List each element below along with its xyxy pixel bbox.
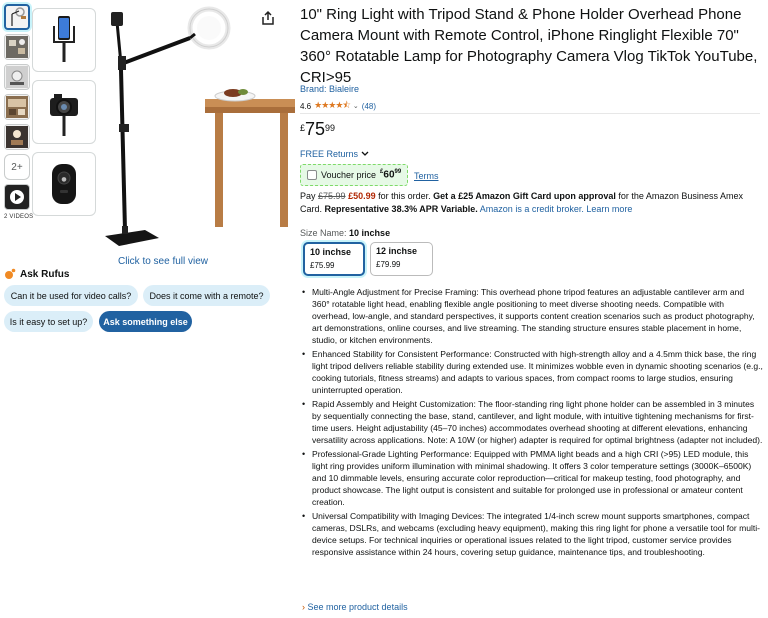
size-option-10-inch[interactable]: 10 inchse £75.99 — [303, 242, 365, 276]
rufus-chip-video-calls[interactable]: Can it be used for video calls? — [4, 285, 138, 306]
old-price: £75.99 — [318, 191, 346, 201]
list-item: Professional-Grade Lighting Performance:… — [300, 448, 764, 508]
rating-count-link[interactable]: (48) — [362, 102, 376, 111]
size-name-label: Size Name: 10 inchse — [300, 228, 391, 238]
camera-mount-thumbnail[interactable] — [32, 80, 96, 144]
thumbnail-5[interactable] — [4, 124, 30, 150]
brand-link[interactable]: Brand: Bialeire — [300, 84, 359, 94]
video-thumbnail[interactable] — [4, 184, 30, 210]
thumbnail-more[interactable]: 2+ — [4, 154, 30, 180]
thumbnail-2[interactable] — [4, 34, 30, 60]
main-product-image[interactable] — [95, 4, 295, 256]
inline-thumbnails: ● — [32, 8, 98, 224]
free-returns-link[interactable]: FREE Returns — [300, 149, 369, 159]
chevron-down-icon — [361, 151, 369, 156]
price-whole: 75 — [305, 119, 326, 139]
full-view-link[interactable]: Click to see full view — [118, 256, 208, 267]
list-item: Universal Compatibility with Imaging Dev… — [300, 510, 764, 558]
voucher-label: Voucher price — [321, 170, 377, 180]
thumbnail-1[interactable] — [4, 4, 30, 30]
thumbnail-3[interactable] — [4, 64, 30, 90]
feature-bullets: Multi-Angle Adjustment for Precise Frami… — [300, 286, 764, 560]
rufus-title: Ask Rufus — [20, 268, 70, 280]
amex-promo: Pay £75.99 £50.99 for this order. Get a … — [300, 191, 743, 214]
voucher-checkbox[interactable] — [307, 170, 317, 180]
rufus-icon — [5, 268, 16, 279]
size-option-12-inch[interactable]: 12 inchse £79.99 — [370, 242, 433, 276]
rufus-header: Ask Rufus — [4, 268, 69, 280]
thumbnail-strip: 2+ 2 VIDEOS — [4, 4, 33, 220]
chevron-down-icon[interactable]: ⌄ — [353, 102, 359, 110]
rating-row: 4.6 ★★★★⯪ ⌄ (48) — [300, 98, 376, 114]
divider — [300, 113, 760, 114]
product-title: 10" Ring Light with Tripod Stand & Phone… — [300, 6, 758, 86]
terms-link[interactable]: Terms — [414, 171, 439, 181]
voucher-price: £6099 — [380, 169, 402, 181]
rating-value: 4.6 — [300, 101, 312, 111]
share-icon[interactable] — [260, 10, 276, 26]
rufus-chip-setup[interactable]: Is it easy to set up? — [4, 311, 93, 332]
list-item: Multi-Angle Adjustment for Precise Frami… — [300, 286, 764, 346]
list-item: Enhanced Stability for Consistent Perfor… — [300, 348, 764, 396]
chevron-right-icon: › — [302, 602, 305, 612]
discount-price: £50.99 — [348, 191, 376, 201]
rufus-chip-ask-something-else[interactable]: Ask something else — [99, 311, 192, 332]
phone-holder-thumbnail[interactable] — [32, 8, 96, 72]
price-fraction: 99 — [325, 123, 336, 133]
remote-control-thumbnail[interactable]: ● — [32, 152, 96, 216]
voucher-box[interactable]: Voucher price £6099 — [300, 164, 408, 186]
thumbnail-4[interactable] — [4, 94, 30, 120]
star-rating-icon[interactable]: ★★★★⯪ — [314, 98, 351, 114]
credit-broker-link[interactable]: Amazon is a credit broker. Learn more — [480, 204, 633, 214]
price: £ 75 99 — [300, 120, 335, 138]
list-item: Rapid Assembly and Height Customization:… — [300, 398, 764, 446]
svg-text:●: ● — [61, 176, 66, 183]
rufus-chip-remote[interactable]: Does it come with a remote? — [143, 285, 270, 306]
returns-label: FREE Returns — [300, 149, 359, 159]
see-more-details-link[interactable]: › See more product details — [302, 602, 408, 612]
